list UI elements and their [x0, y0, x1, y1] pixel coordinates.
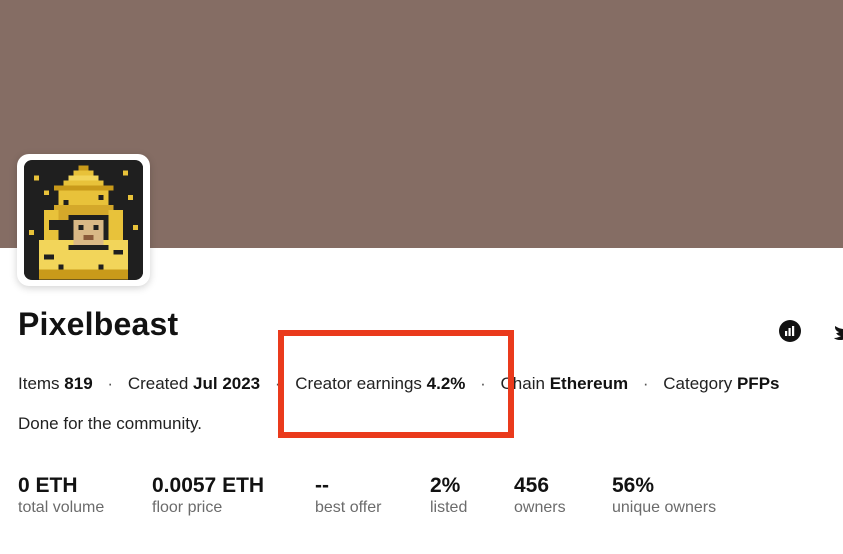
category-value[interactable]: PFPs — [737, 374, 780, 393]
stat-label: unique owners — [612, 499, 717, 516]
stat-best-offer: -- best offer — [315, 474, 381, 518]
stat-owners: 456 owners — [514, 474, 566, 518]
stat-floor-price: 0.0057 ETH floor price — [152, 474, 264, 518]
meta-separator: · — [107, 374, 114, 393]
collection-page: Pixelbeast Items 819 · Created Jul 2023 … — [0, 0, 843, 554]
stat-label: total volume — [18, 499, 105, 516]
collection-avatar[interactable] — [17, 154, 150, 286]
stat-value: -- — [315, 474, 329, 497]
created-label: Created — [127, 374, 189, 393]
stat-unique-owners: 56% unique owners — [612, 474, 716, 518]
pixel-beast-avatar-icon — [24, 160, 143, 280]
meta-separator: · — [642, 374, 649, 393]
avatar-image — [24, 160, 143, 280]
stat-label: floor price — [152, 499, 223, 516]
items-value: 819 — [64, 374, 93, 393]
stat-value: 56% — [612, 474, 655, 497]
stats-link[interactable] — [777, 318, 803, 344]
collection-title: Pixelbeast — [18, 306, 179, 342]
creator-earnings-highlight-box — [278, 330, 514, 438]
stat-label: owners — [514, 499, 566, 516]
chain-value: Ethereum — [549, 374, 629, 393]
stat-total-volume: 0 ETH total volume — [18, 474, 104, 518]
category-label: Category — [663, 374, 733, 393]
stat-value: 456 — [514, 474, 550, 497]
stat-label: listed — [430, 499, 468, 516]
stats-chart-icon — [779, 320, 801, 342]
twitter-link[interactable] — [832, 318, 843, 344]
created-value: Jul 2023 — [193, 374, 261, 393]
stat-label: best offer — [315, 499, 382, 516]
stat-listed: 2% listed — [430, 474, 467, 518]
stat-value: 2% — [430, 474, 461, 497]
stat-value: 0 ETH — [18, 474, 78, 497]
collection-description: Done for the community. — [18, 414, 202, 433]
items-label: Items — [18, 374, 60, 393]
twitter-icon — [834, 326, 843, 340]
stat-value: 0.0057 ETH — [152, 474, 265, 497]
